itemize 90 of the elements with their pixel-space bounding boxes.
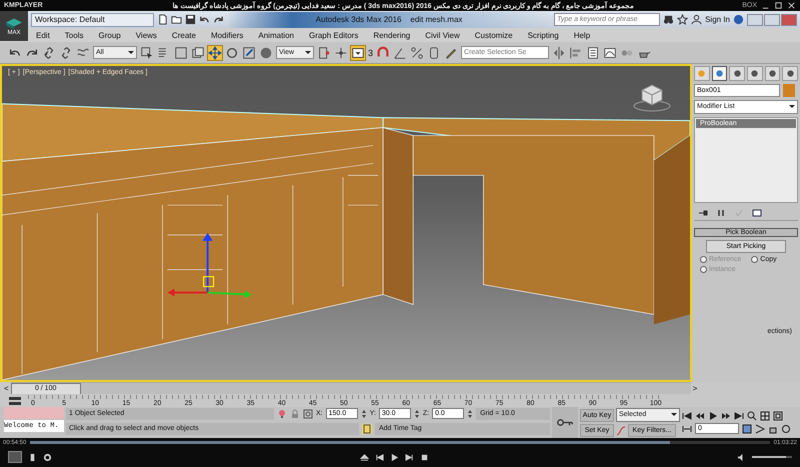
mirror-icon[interactable] bbox=[552, 46, 566, 60]
play-icon[interactable] bbox=[708, 411, 718, 421]
time-tag-icon[interactable] bbox=[362, 424, 372, 434]
spinner-icon[interactable] bbox=[414, 408, 420, 418]
time-config-icon[interactable] bbox=[742, 424, 752, 434]
menu-item[interactable]: Customize bbox=[474, 30, 513, 40]
menu-item[interactable]: Create bbox=[172, 30, 196, 40]
orbit-icon[interactable] bbox=[781, 424, 791, 434]
sphere-icon[interactable] bbox=[259, 46, 273, 60]
keyboard-shortcut-icon[interactable] bbox=[351, 46, 365, 60]
menu-item[interactable]: Civil View bbox=[425, 30, 460, 40]
user-icon[interactable] bbox=[691, 14, 702, 25]
unlink-icon[interactable] bbox=[59, 46, 73, 60]
select-cursor-icon[interactable] bbox=[140, 46, 154, 60]
key-mode-icon[interactable] bbox=[682, 424, 692, 434]
go-to-end-icon[interactable] bbox=[734, 411, 744, 421]
star-icon[interactable] bbox=[677, 14, 688, 25]
3d-toggle-icon[interactable] bbox=[8, 451, 22, 463]
menu-item[interactable]: Group bbox=[98, 30, 121, 40]
folder-icon[interactable] bbox=[171, 14, 182, 25]
lightbulb-icon[interactable] bbox=[277, 408, 287, 418]
spinner-icon[interactable] bbox=[360, 408, 367, 418]
sign-in-link[interactable]: Sign In bbox=[705, 15, 730, 24]
absolute-mode-icon[interactable] bbox=[303, 408, 313, 418]
panel-tab[interactable] bbox=[747, 66, 763, 81]
checkmark-icon[interactable] bbox=[734, 208, 744, 218]
magnet-icon[interactable] bbox=[376, 46, 390, 60]
next-icon[interactable] bbox=[405, 452, 414, 462]
square-icon[interactable] bbox=[174, 46, 188, 60]
percent-icon[interactable] bbox=[410, 46, 424, 60]
menu-item[interactable]: Rendering bbox=[373, 30, 410, 40]
graph-icon[interactable] bbox=[603, 46, 618, 60]
menu-item[interactable]: Edit bbox=[36, 30, 50, 40]
stop-icon[interactable] bbox=[420, 452, 429, 462]
layers-icon[interactable] bbox=[586, 46, 600, 60]
move-icon[interactable] bbox=[208, 46, 222, 60]
config-icon[interactable] bbox=[752, 208, 762, 218]
set-key-button[interactable] bbox=[552, 407, 578, 438]
close-icon[interactable] bbox=[787, 1, 796, 10]
panel-tab[interactable] bbox=[712, 66, 728, 81]
previous-key-icon[interactable] bbox=[695, 411, 705, 421]
spinner-icon[interactable] bbox=[467, 408, 474, 418]
pivot-icon[interactable] bbox=[317, 46, 331, 60]
panel-tab[interactable] bbox=[729, 66, 746, 81]
pause-icon[interactable] bbox=[716, 208, 726, 218]
link-icon[interactable] bbox=[42, 46, 56, 60]
nodes-icon[interactable] bbox=[334, 46, 348, 60]
menu-item[interactable]: Graph Editors bbox=[308, 30, 358, 40]
workspace-dropdown[interactable]: Workspace: Default bbox=[31, 12, 154, 26]
undo-icon[interactable] bbox=[199, 14, 210, 25]
settings-icon[interactable] bbox=[43, 452, 52, 462]
zoom-extents-icon[interactable] bbox=[760, 411, 770, 421]
go-to-start-icon[interactable] bbox=[682, 411, 692, 421]
menu-item[interactable]: Help bbox=[574, 30, 590, 40]
help-icon[interactable] bbox=[733, 14, 744, 25]
menu-item[interactable]: Modifiers bbox=[210, 30, 244, 40]
curve-icon[interactable] bbox=[616, 426, 626, 436]
previous-frame-button[interactable]: < bbox=[4, 384, 9, 392]
panel-tab[interactable] bbox=[782, 66, 798, 81]
pin-icon[interactable] bbox=[698, 208, 708, 218]
window-crossing-icon[interactable] bbox=[191, 46, 205, 60]
zoom-icon[interactable] bbox=[747, 411, 757, 421]
maximize-icon[interactable] bbox=[774, 1, 783, 10]
maximize-viewport-icon[interactable] bbox=[773, 411, 783, 421]
snap-toggle[interactable]: 3 bbox=[368, 48, 374, 58]
rotate-icon[interactable] bbox=[225, 46, 239, 60]
object-color-swatch[interactable] bbox=[783, 84, 795, 97]
field-of-view-icon[interactable] bbox=[755, 424, 765, 434]
previous-icon[interactable] bbox=[375, 452, 384, 462]
new-file-icon[interactable] bbox=[157, 14, 168, 25]
maxscript-field[interactable] bbox=[4, 407, 64, 419]
angle-icon[interactable] bbox=[393, 46, 408, 60]
redo-icon[interactable] bbox=[213, 14, 224, 25]
menu-item[interactable]: Tools bbox=[64, 30, 84, 40]
next-frame-button[interactable]: > bbox=[692, 384, 698, 392]
cube-icon bbox=[4, 16, 24, 30]
panel-tab[interactable] bbox=[764, 66, 780, 81]
viewcube-icon[interactable] bbox=[632, 82, 672, 112]
menu-item[interactable]: Scripting bbox=[528, 30, 559, 40]
eject-icon[interactable] bbox=[360, 452, 369, 462]
scale-icon[interactable] bbox=[242, 46, 256, 60]
save-icon[interactable] bbox=[185, 14, 196, 25]
key-icon bbox=[556, 418, 574, 427]
next-key-icon[interactable] bbox=[721, 411, 731, 421]
menu-item[interactable]: Views bbox=[136, 30, 157, 40]
playlist-icon[interactable] bbox=[28, 452, 37, 462]
menu-item[interactable]: Animation bbox=[258, 30, 294, 40]
binoculars-icon[interactable] bbox=[663, 14, 674, 25]
align-icon[interactable] bbox=[569, 46, 584, 60]
play-icon[interactable] bbox=[390, 452, 399, 462]
